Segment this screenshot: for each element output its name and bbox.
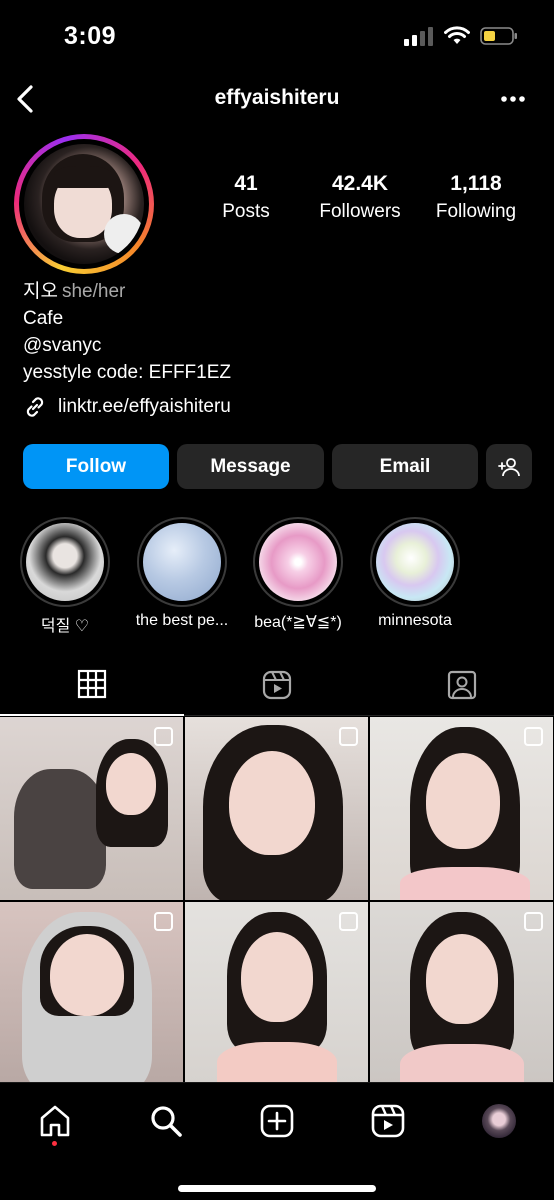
post-thumbnail[interactable] <box>0 717 183 900</box>
post-thumbnail[interactable] <box>0 902 183 1085</box>
display-name: 지오 <box>23 281 58 302</box>
followers-count: 42.4K <box>331 172 389 195</box>
bio-external-link[interactable]: linktr.ee/effyaishiteru <box>22 394 231 420</box>
back-button[interactable] <box>10 80 40 118</box>
search-icon <box>151 1106 182 1137</box>
reels-icon <box>371 1104 405 1138</box>
nav-search[interactable] <box>146 1101 186 1141</box>
highlight-cover <box>259 523 337 601</box>
bio-mention-link[interactable]: @svanyc <box>23 332 231 359</box>
battery-icon <box>480 27 517 45</box>
multiple-posts-icon <box>524 912 543 931</box>
notification-dot <box>52 1141 57 1146</box>
following-label: Following <box>435 201 517 222</box>
multiple-posts-icon <box>154 912 173 931</box>
posts-label: Posts <box>222 201 270 222</box>
tab-grid[interactable] <box>0 654 184 716</box>
home-icon <box>40 1105 70 1137</box>
post-thumbnail[interactable] <box>370 902 553 1085</box>
story-highlight[interactable]: bea(*≧∀≦*) <box>253 517 343 631</box>
cellular-signal-icon <box>404 27 433 46</box>
tab-reels[interactable] <box>185 654 369 716</box>
bio-link-text: linktr.ee/effyaishiteru <box>58 396 231 417</box>
nav-create[interactable] <box>257 1101 297 1141</box>
following-stat[interactable]: 1,118 Following <box>426 172 526 223</box>
bio-text: yesstyle code: EFFF1EZ <box>23 362 232 383</box>
suggested-people-button[interactable] <box>486 444 532 489</box>
posts-count: 41 <box>234 172 258 195</box>
link-icon <box>26 397 44 417</box>
profile-avatar-story-ring[interactable] <box>14 134 154 274</box>
highlight-cover <box>26 523 104 601</box>
nav-reels[interactable] <box>368 1101 408 1141</box>
post-thumbnail[interactable] <box>185 902 368 1085</box>
status-time: 3:09 <box>64 22 117 50</box>
posts-stat[interactable]: 41 Posts <box>206 172 286 223</box>
profile-avatar <box>24 144 144 264</box>
profile-tabs <box>0 654 554 716</box>
follow-button[interactable]: Follow <box>23 444 169 489</box>
home-indicator <box>178 1185 376 1192</box>
following-count: 1,118 <box>450 172 502 195</box>
nav-home[interactable] <box>35 1101 75 1141</box>
multiple-posts-icon <box>524 727 543 746</box>
pronouns: she/her <box>61 281 126 302</box>
grid-icon <box>77 669 107 699</box>
profile-bio: 지오 she/her Cafe @svanyc yesstyle code: EF… <box>23 278 231 386</box>
multiple-posts-icon <box>339 912 358 931</box>
bottom-navigation <box>0 1082 554 1200</box>
wifi-icon <box>444 26 470 44</box>
story-highlight[interactable]: 덕질 ♡ <box>20 517 110 635</box>
followers-label: Followers <box>319 201 401 222</box>
chevron-left-icon <box>17 85 33 113</box>
more-dots-icon <box>501 96 525 102</box>
category-label: Cafe <box>23 308 64 329</box>
profile-avatar-small <box>482 1104 516 1138</box>
status-bar: 3:09 <box>0 0 554 70</box>
highlight-label: minnesota <box>378 612 452 629</box>
nav-profile[interactable] <box>479 1101 519 1141</box>
profile-username: effyaishiteru <box>214 86 340 109</box>
status-icons <box>404 26 518 46</box>
email-button[interactable]: Email <box>332 444 478 489</box>
tab-tagged[interactable] <box>370 654 554 716</box>
reels-icon <box>262 670 292 700</box>
multiple-posts-icon <box>339 727 358 746</box>
multiple-posts-icon <box>154 727 173 746</box>
add-person-icon <box>498 457 520 476</box>
followers-stat[interactable]: 42.4K Followers <box>312 172 408 223</box>
more-options-button[interactable] <box>498 88 528 110</box>
highlight-cover <box>143 523 221 601</box>
story-highlight[interactable]: minnesota <box>370 517 460 629</box>
message-button[interactable]: Message <box>177 444 324 489</box>
tagged-person-icon <box>447 670 477 700</box>
add-post-icon <box>260 1104 294 1138</box>
profile-header: effyaishiteru <box>0 74 554 124</box>
highlight-cover <box>376 523 454 601</box>
post-thumbnail[interactable] <box>185 717 368 900</box>
story-highlight[interactable]: the best pe... <box>136 517 228 629</box>
post-thumbnail[interactable] <box>370 717 553 900</box>
